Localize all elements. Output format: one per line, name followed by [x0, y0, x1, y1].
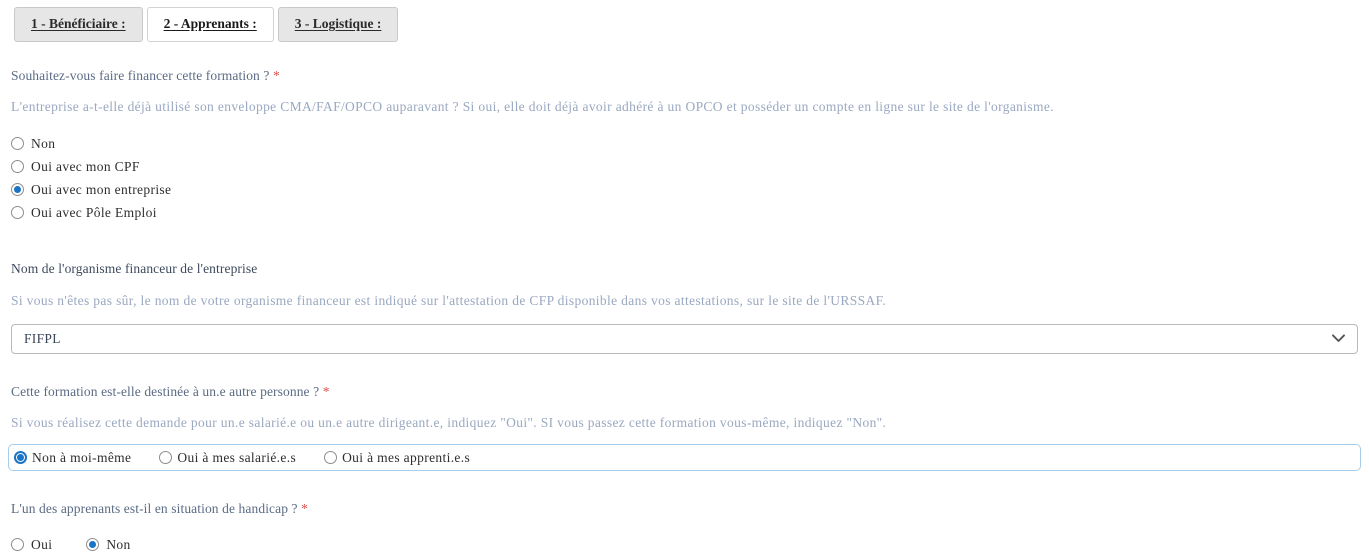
- radio-financing-non[interactable]: Non: [11, 137, 55, 151]
- tab-logistique[interactable]: 3 - Logistique :: [277, 7, 399, 42]
- other-person-radio-group: Non à moi-même Oui à mes salarié.e.s Oui…: [8, 444, 1361, 472]
- radio-label: Oui avec mon entreprise: [31, 181, 172, 197]
- radio-other-person-non[interactable]: Non à moi-même: [14, 451, 131, 465]
- radio-financing-entreprise[interactable]: Oui avec mon entreprise: [11, 183, 171, 197]
- radio-dot-icon[interactable]: [159, 451, 173, 465]
- other-person-help: Si vous réalisez cette demande pour un.e…: [11, 414, 887, 430]
- radio-dot-icon[interactable]: [324, 451, 338, 465]
- tab-beneficiaire[interactable]: 1 - Bénéficiaire :: [14, 7, 143, 42]
- radio-row: Oui avec mon entreprise: [11, 178, 1358, 201]
- radio-dot-icon[interactable]: [11, 206, 24, 220]
- financing-help: L'entreprise a-t-elle déjà utilisé son e…: [11, 98, 1054, 114]
- radio-other-person-apprentis[interactable]: Oui à mes apprenti.e.s: [324, 451, 470, 465]
- radio-handicap-oui[interactable]: Oui: [11, 538, 52, 552]
- radio-label: Oui à mes salarié.e.s: [177, 450, 297, 466]
- funder-help: Si vous n'êtes pas sûr, le nom de votre …: [11, 292, 887, 308]
- radio-other-person-salaries[interactable]: Oui à mes salarié.e.s: [159, 451, 296, 465]
- funder-label: Nom de l'organisme financeur de l'entrep…: [11, 261, 258, 277]
- other-person-required-asterisk: *: [322, 384, 330, 400]
- financing-label: Souhaitez-vous faire financer cette form…: [11, 66, 1358, 86]
- radio-financing-pole-emploi[interactable]: Oui avec Pôle Emploi: [11, 206, 157, 220]
- handicap-required-asterisk: *: [301, 501, 308, 517]
- other-person-label-text: Cette formation est-elle destinée à un.e…: [11, 384, 320, 400]
- radio-dot-icon[interactable]: [14, 451, 27, 465]
- radio-label: Non à moi-même: [32, 450, 132, 466]
- financing-required-asterisk: *: [272, 68, 280, 83]
- radio-label: Oui avec Pôle Emploi: [31, 204, 157, 220]
- form-apprenants: Souhaitez-vous faire financer cette form…: [0, 56, 1369, 552]
- funder-select-wrap: FIFPL: [11, 324, 1358, 355]
- field-other-person: Cette formation est-elle destinée à un.e…: [0, 382, 1369, 432]
- financing-radio-group: Non Oui avec mon CPF Oui avec mon entrep…: [11, 132, 1358, 224]
- financing-label-text: Souhaitez-vous faire financer cette form…: [11, 68, 270, 83]
- field-handicap: L'un des apprenants est-il en situation …: [0, 499, 1369, 552]
- funder-select-value: FIFPL: [24, 331, 61, 347]
- radio-dot-icon[interactable]: [86, 538, 100, 552]
- field-financing: Souhaitez-vous faire financer cette form…: [0, 66, 1369, 224]
- radio-handicap-non[interactable]: Non: [86, 538, 130, 552]
- radio-row: Oui avec mon CPF: [11, 155, 1358, 178]
- radio-label: Oui avec mon CPF: [31, 158, 140, 174]
- radio-dot-icon[interactable]: [11, 538, 24, 552]
- tab-apprenants[interactable]: 2 - Apprenants :: [146, 7, 274, 42]
- field-funder: Nom de l'organisme financeur de l'entrep…: [0, 259, 1369, 310]
- radio-financing-cpf[interactable]: Oui avec mon CPF: [11, 160, 140, 174]
- radio-dot-icon[interactable]: [11, 160, 24, 174]
- wizard-tabs: 1 - Bénéficiaire : 2 - Apprenants : 3 - …: [14, 7, 399, 42]
- radio-dot-icon[interactable]: [11, 183, 24, 197]
- radio-label: Non: [31, 135, 56, 151]
- radio-dot-icon[interactable]: [11, 137, 24, 151]
- handicap-label-text: L'un des apprenants est-il en situation …: [11, 501, 298, 517]
- radio-label: Oui: [31, 536, 53, 552]
- radio-label: Non: [106, 536, 131, 552]
- radio-label: Oui à mes apprenti.e.s: [342, 450, 471, 466]
- radio-row: Oui avec Pôle Emploi: [11, 201, 1358, 224]
- handicap-label: L'un des apprenants est-il en situation …: [11, 499, 1358, 519]
- handicap-radio-group: Oui Non: [11, 538, 1358, 552]
- funder-select[interactable]: FIFPL: [11, 324, 1358, 355]
- radio-row: Non: [11, 132, 1358, 155]
- other-person-label: Cette formation est-elle destinée à un.e…: [11, 382, 1358, 402]
